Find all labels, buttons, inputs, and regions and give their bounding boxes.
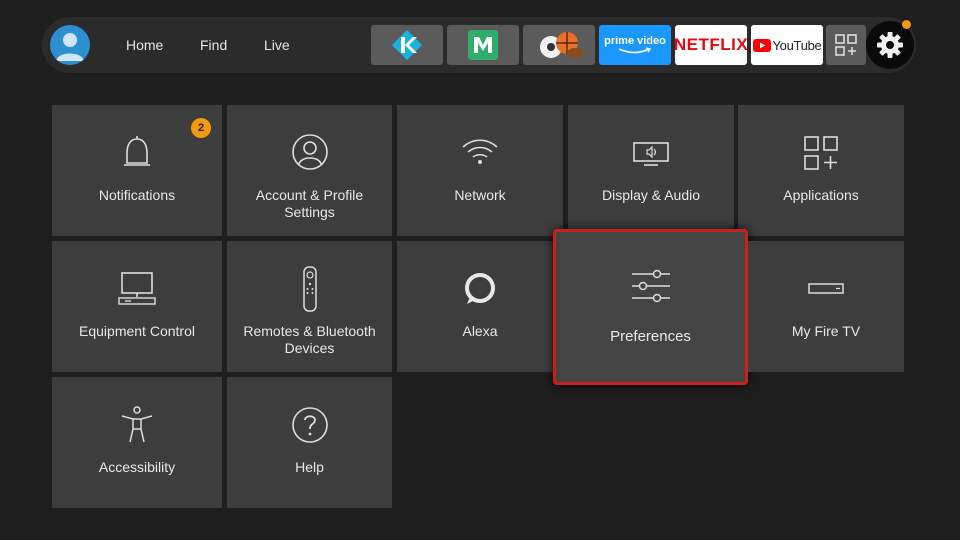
tile-label: Account & Profile Settings [255, 187, 364, 220]
display-audio-icon [633, 142, 669, 166]
app-netflix[interactable]: NETFLIX [675, 25, 747, 65]
nav-live[interactable]: Live [264, 36, 290, 54]
app-all-apps[interactable] [826, 25, 866, 65]
tile-label: Preferences [610, 328, 691, 345]
nav-find[interactable]: Find [200, 36, 227, 54]
tile-display-audio[interactable]: Display & Audio [568, 105, 734, 236]
tile-applications[interactable]: Applications [738, 105, 904, 236]
tile-help[interactable]: Help [227, 377, 392, 508]
sports-icon [540, 32, 583, 58]
user-avatar-icon [56, 33, 84, 61]
applications-icon [804, 136, 838, 170]
tile-label: Help [295, 459, 324, 475]
app-prime-video[interactable]: prime video [599, 25, 671, 65]
tile-notifications[interactable]: Notifications 2 [52, 105, 222, 236]
alexa-icon [465, 273, 495, 304]
tile-remotes-bluetooth[interactable]: Remotes & Bluetooth Devices [227, 241, 392, 372]
profile-icon [291, 134, 328, 170]
app-youtube[interactable]: YouTube [751, 25, 823, 65]
fire-tv-stick-icon [808, 283, 844, 294]
tile-label: Accessibility [98, 459, 176, 475]
prime-smile-icon [618, 46, 652, 53]
help-icon [291, 407, 328, 443]
accessibility-icon [121, 406, 153, 443]
wifi-icon [462, 139, 498, 164]
youtube-label: YouTube [772, 37, 822, 53]
tile-label: Display & Audio [601, 187, 701, 203]
tile-my-fire-tv[interactable]: My Fire TV [748, 241, 904, 372]
equipment-icon [118, 272, 156, 305]
tile-label: Notifications [98, 187, 176, 203]
remote-icon [302, 266, 317, 312]
gear-icon [877, 32, 903, 58]
notification-count-badge: 2 [191, 118, 211, 138]
sliders-icon [631, 269, 670, 303]
settings-notification-dot [902, 20, 911, 29]
tile-label: My Fire TV [791, 323, 861, 339]
bell-icon [124, 136, 150, 166]
tile-label: Remotes & Bluetooth Devices [243, 323, 376, 356]
prime-video-label: prime video [604, 34, 666, 47]
tile-label: Applications [783, 187, 859, 203]
tile-label: Network [454, 187, 506, 203]
tile-account-profile-settings[interactable]: Account & Profile Settings [227, 105, 392, 236]
youtube-play-icon [752, 38, 771, 52]
tile-alexa[interactable]: Alexa [397, 241, 563, 372]
mobdro-icon [468, 30, 498, 60]
netflix-label: NETFLIX [675, 35, 747, 54]
tile-network[interactable]: Network [397, 105, 563, 236]
nav-home[interactable]: Home [126, 36, 163, 54]
tile-preferences[interactable]: Preferences [553, 229, 748, 385]
tile-equipment-control[interactable]: Equipment Control [52, 241, 222, 372]
profile-avatar[interactable] [50, 25, 90, 65]
kodi-icon [392, 30, 422, 60]
app-kodi[interactable] [371, 25, 443, 65]
tile-accessibility[interactable]: Accessibility [52, 377, 222, 508]
tile-label: Alexa [462, 323, 498, 339]
app-mobdro[interactable] [447, 25, 519, 65]
apps-grid-icon [835, 34, 857, 56]
app-sports[interactable] [523, 25, 595, 65]
tile-label: Equipment Control [79, 323, 195, 339]
